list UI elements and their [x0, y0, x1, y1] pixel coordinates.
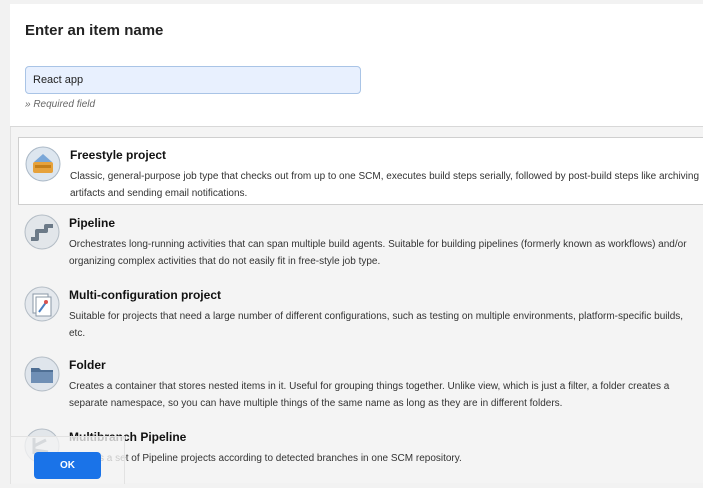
required-field-note: » Required field	[25, 99, 96, 110]
item-name-input[interactable]	[25, 66, 361, 94]
item-type-description: Classic, general-purpose job type that c…	[70, 171, 700, 199]
item-type-pipeline[interactable]: Pipeline Orchestrates long-running activ…	[18, 206, 703, 274]
page-title: Enter an item name	[25, 22, 164, 39]
item-type-multi-configuration[interactable]: Multi-configuration project Suitable for…	[18, 278, 703, 346]
ok-button[interactable]: OK	[34, 452, 101, 479]
item-type-label: Freestyle project	[70, 148, 167, 162]
freestyle-icon	[25, 146, 61, 182]
item-type-description: Creates a container that stores nested i…	[69, 381, 670, 409]
multi-config-icon	[24, 286, 60, 322]
item-type-description: Orchestrates long-running activities tha…	[69, 239, 687, 267]
item-type-label: Multi-configuration project	[69, 288, 221, 302]
item-type-folder[interactable]: Folder Creates a container that stores n…	[18, 348, 703, 416]
item-type-description: Suitable for projects that need a large …	[69, 311, 684, 339]
item-type-description: Creates a set of Pipeline projects accor…	[69, 453, 462, 464]
ok-button-bar: OK	[10, 436, 125, 484]
item-type-freestyle[interactable]: Freestyle project Classic, general-purpo…	[18, 137, 703, 205]
folder-icon	[24, 356, 60, 392]
item-name-section: Enter an item name » Required field	[10, 4, 703, 127]
item-type-label: Folder	[69, 358, 106, 372]
item-type-label: Pipeline	[69, 216, 116, 230]
pipeline-icon	[24, 214, 60, 250]
